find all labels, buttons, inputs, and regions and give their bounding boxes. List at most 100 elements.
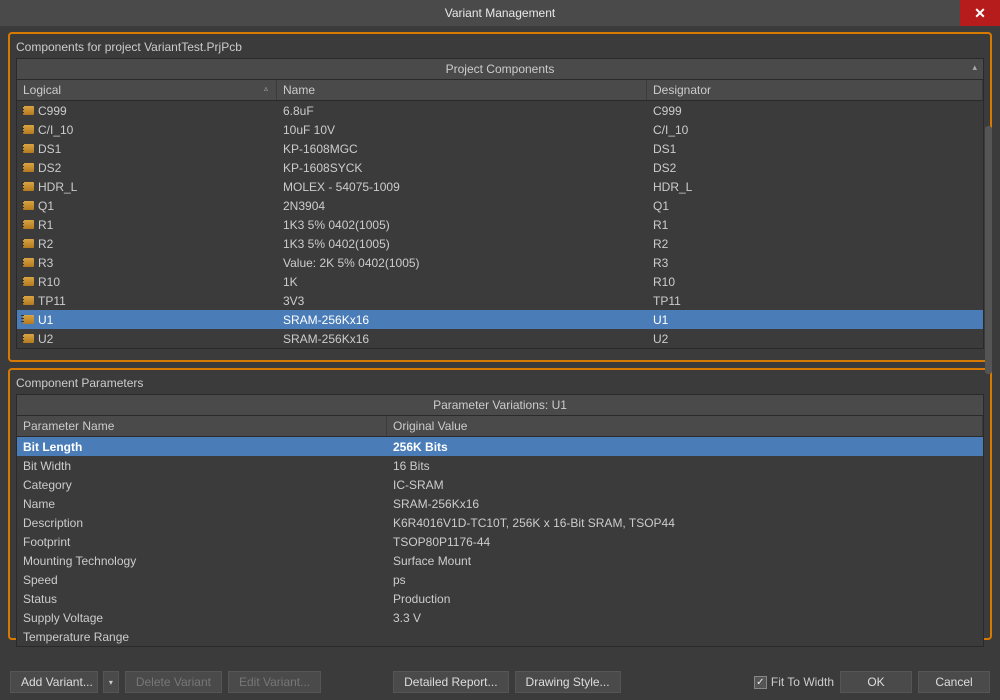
cell-name: MOLEX - 54075-1009 <box>283 180 400 194</box>
cell-logical: C999 <box>38 104 67 118</box>
table-row[interactable]: Temperature Range <box>17 627 983 646</box>
column-designator-label: Designator <box>653 83 711 97</box>
table-row[interactable]: U2SRAM-256Kx16U2 <box>17 329 983 348</box>
cell-parameter-name: Temperature Range <box>23 630 129 644</box>
cell-logical: DS2 <box>38 161 61 175</box>
cancel-label: Cancel <box>935 675 972 689</box>
cell-parameter-name: Name <box>23 497 55 511</box>
cell-name: 10uF 10V <box>283 123 335 137</box>
parameters-grid-banner: Parameter Variations: U1 <box>17 395 983 416</box>
table-row[interactable]: U1SRAM-256Kx16U1 <box>17 310 983 329</box>
cell-original-value: IC-SRAM <box>393 478 444 492</box>
column-name-label: Name <box>283 83 315 97</box>
cell-logical: R3 <box>38 256 53 270</box>
table-row[interactable]: Description K6R4016V1D-TC10T, 256K x 16-B… <box>17 513 983 532</box>
table-row[interactable]: R11K3 5% 0402(1005)R1 <box>17 215 983 234</box>
table-row[interactable]: TP113V3TP11 <box>17 291 983 310</box>
edit-variant-label: Edit Variant... <box>239 675 310 689</box>
table-row[interactable]: DS1KP-1608MGCDS1 <box>17 139 983 158</box>
parameters-body[interactable]: Bit Length256K BitsBit Width16 BitsCateg… <box>17 437 983 646</box>
component-icon <box>23 163 34 172</box>
cell-parameter-name: Category <box>23 478 72 492</box>
parameters-section-label: Component Parameters <box>16 376 984 390</box>
cell-parameter-name: Description <box>23 516 83 530</box>
scrollbar-thumb[interactable] <box>985 126 992 374</box>
component-icon <box>23 315 34 324</box>
delete-variant-label: Delete Variant <box>136 675 211 689</box>
cell-logical: HDR_L <box>38 180 77 194</box>
cell-designator: R10 <box>653 275 675 289</box>
cell-original-value: K6R4016V1D-TC10T, 256K x 16-Bit SRAM, TS… <box>393 516 675 530</box>
drawing-style-label: Drawing Style... <box>526 675 610 689</box>
components-section-label: Components for project VariantTest.PrjPc… <box>16 40 984 54</box>
close-button[interactable]: ✕ <box>960 0 1000 26</box>
table-row[interactable]: Supply Voltage3.3 V <box>17 608 983 627</box>
table-row[interactable]: DS2KP-1608SYCKDS2 <box>17 158 983 177</box>
cell-name: 1K3 5% 0402(1005) <box>283 218 390 232</box>
table-row[interactable]: Q12N3904Q1 <box>17 196 983 215</box>
table-row[interactable]: Status Production <box>17 589 983 608</box>
drawing-style-button[interactable]: Drawing Style... <box>515 671 621 693</box>
add-variant-dropdown[interactable]: ▾ <box>103 671 119 693</box>
table-row[interactable]: R21K3 5% 0402(1005)R2 <box>17 234 983 253</box>
cell-logical: Q1 <box>38 199 54 213</box>
component-icon <box>23 334 34 343</box>
components-section: Components for project VariantTest.PrjPc… <box>8 32 992 362</box>
component-icon <box>23 277 34 286</box>
cell-parameter-name: Status <box>23 592 57 606</box>
checkbox-checked-icon: ✓ <box>754 676 767 689</box>
table-row[interactable]: Bit Length256K Bits <box>17 437 983 456</box>
chevron-up-icon[interactable]: ▴ <box>972 62 977 73</box>
sort-asc-icon: ▵ <box>264 84 268 93</box>
table-row[interactable]: Bit Width16 Bits <box>17 456 983 475</box>
cell-logical: U1 <box>38 313 53 327</box>
parameters-header: Parameter Name Original Value <box>17 416 983 437</box>
component-icon <box>23 182 34 191</box>
detailed-report-button[interactable]: Detailed Report... <box>393 671 508 693</box>
add-variant-label: Add Variant... <box>21 675 93 689</box>
ok-button[interactable]: OK <box>840 671 912 693</box>
cell-name: 6.8uF <box>283 104 314 118</box>
column-logical[interactable]: Logical ▵ <box>17 80 277 100</box>
components-body[interactable]: C9996.8uFC999C/I_1010uF 10VC/I_10DS1KP-1… <box>17 101 983 348</box>
add-variant-button[interactable]: Add Variant... <box>10 671 98 693</box>
parameters-banner-text: Parameter Variations: U1 <box>433 398 567 412</box>
parameters-section: Component Parameters Parameter Variation… <box>8 368 992 640</box>
cancel-button[interactable]: Cancel <box>918 671 990 693</box>
column-designator[interactable]: Designator <box>647 80 983 100</box>
fit-to-width-toggle[interactable]: ✓ Fit To Width <box>754 675 834 689</box>
column-original-value-label: Original Value <box>393 419 467 433</box>
cell-original-value: Production <box>393 592 450 606</box>
cell-name: SRAM-256Kx16 <box>283 313 369 327</box>
column-original-value[interactable]: Original Value <box>387 416 983 436</box>
edit-variant-button: Edit Variant... <box>228 671 321 693</box>
table-row[interactable]: Category IC-SRAM <box>17 475 983 494</box>
cell-designator: Q1 <box>653 199 669 213</box>
table-row[interactable]: FootprintTSOP80P1176-44 <box>17 532 983 551</box>
cell-name: 1K3 5% 0402(1005) <box>283 237 390 251</box>
table-row[interactable]: C9996.8uFC999 <box>17 101 983 120</box>
components-banner-text: Project Components <box>446 62 555 76</box>
fit-to-width-label: Fit To Width <box>771 675 834 689</box>
table-row[interactable]: HDR_LMOLEX - 54075-1009HDR_L <box>17 177 983 196</box>
components-grid: Project Components ▴ Logical ▵ Name Desi… <box>16 58 984 349</box>
cell-designator: R2 <box>653 237 668 251</box>
column-parameter-name[interactable]: Parameter Name <box>17 416 387 436</box>
table-row[interactable]: R3Value: 2K 5% 0402(1005)R3 <box>17 253 983 272</box>
cell-parameter-name: Bit Length <box>23 440 82 454</box>
table-row[interactable]: Speedps <box>17 570 983 589</box>
component-icon <box>23 258 34 267</box>
column-parameter-name-label: Parameter Name <box>23 419 114 433</box>
table-row[interactable]: R101KR10 <box>17 272 983 291</box>
component-icon <box>23 296 34 305</box>
component-icon <box>23 144 34 153</box>
cell-original-value: Surface Mount <box>393 554 471 568</box>
cell-parameter-name: Footprint <box>23 535 70 549</box>
cell-logical: R1 <box>38 218 53 232</box>
cell-parameter-name: Supply Voltage <box>23 611 103 625</box>
table-row[interactable]: C/I_1010uF 10VC/I_10 <box>17 120 983 139</box>
column-logical-label: Logical <box>23 83 61 97</box>
table-row[interactable]: NameSRAM-256Kx16 <box>17 494 983 513</box>
column-name[interactable]: Name <box>277 80 647 100</box>
table-row[interactable]: Mounting TechnologySurface Mount <box>17 551 983 570</box>
